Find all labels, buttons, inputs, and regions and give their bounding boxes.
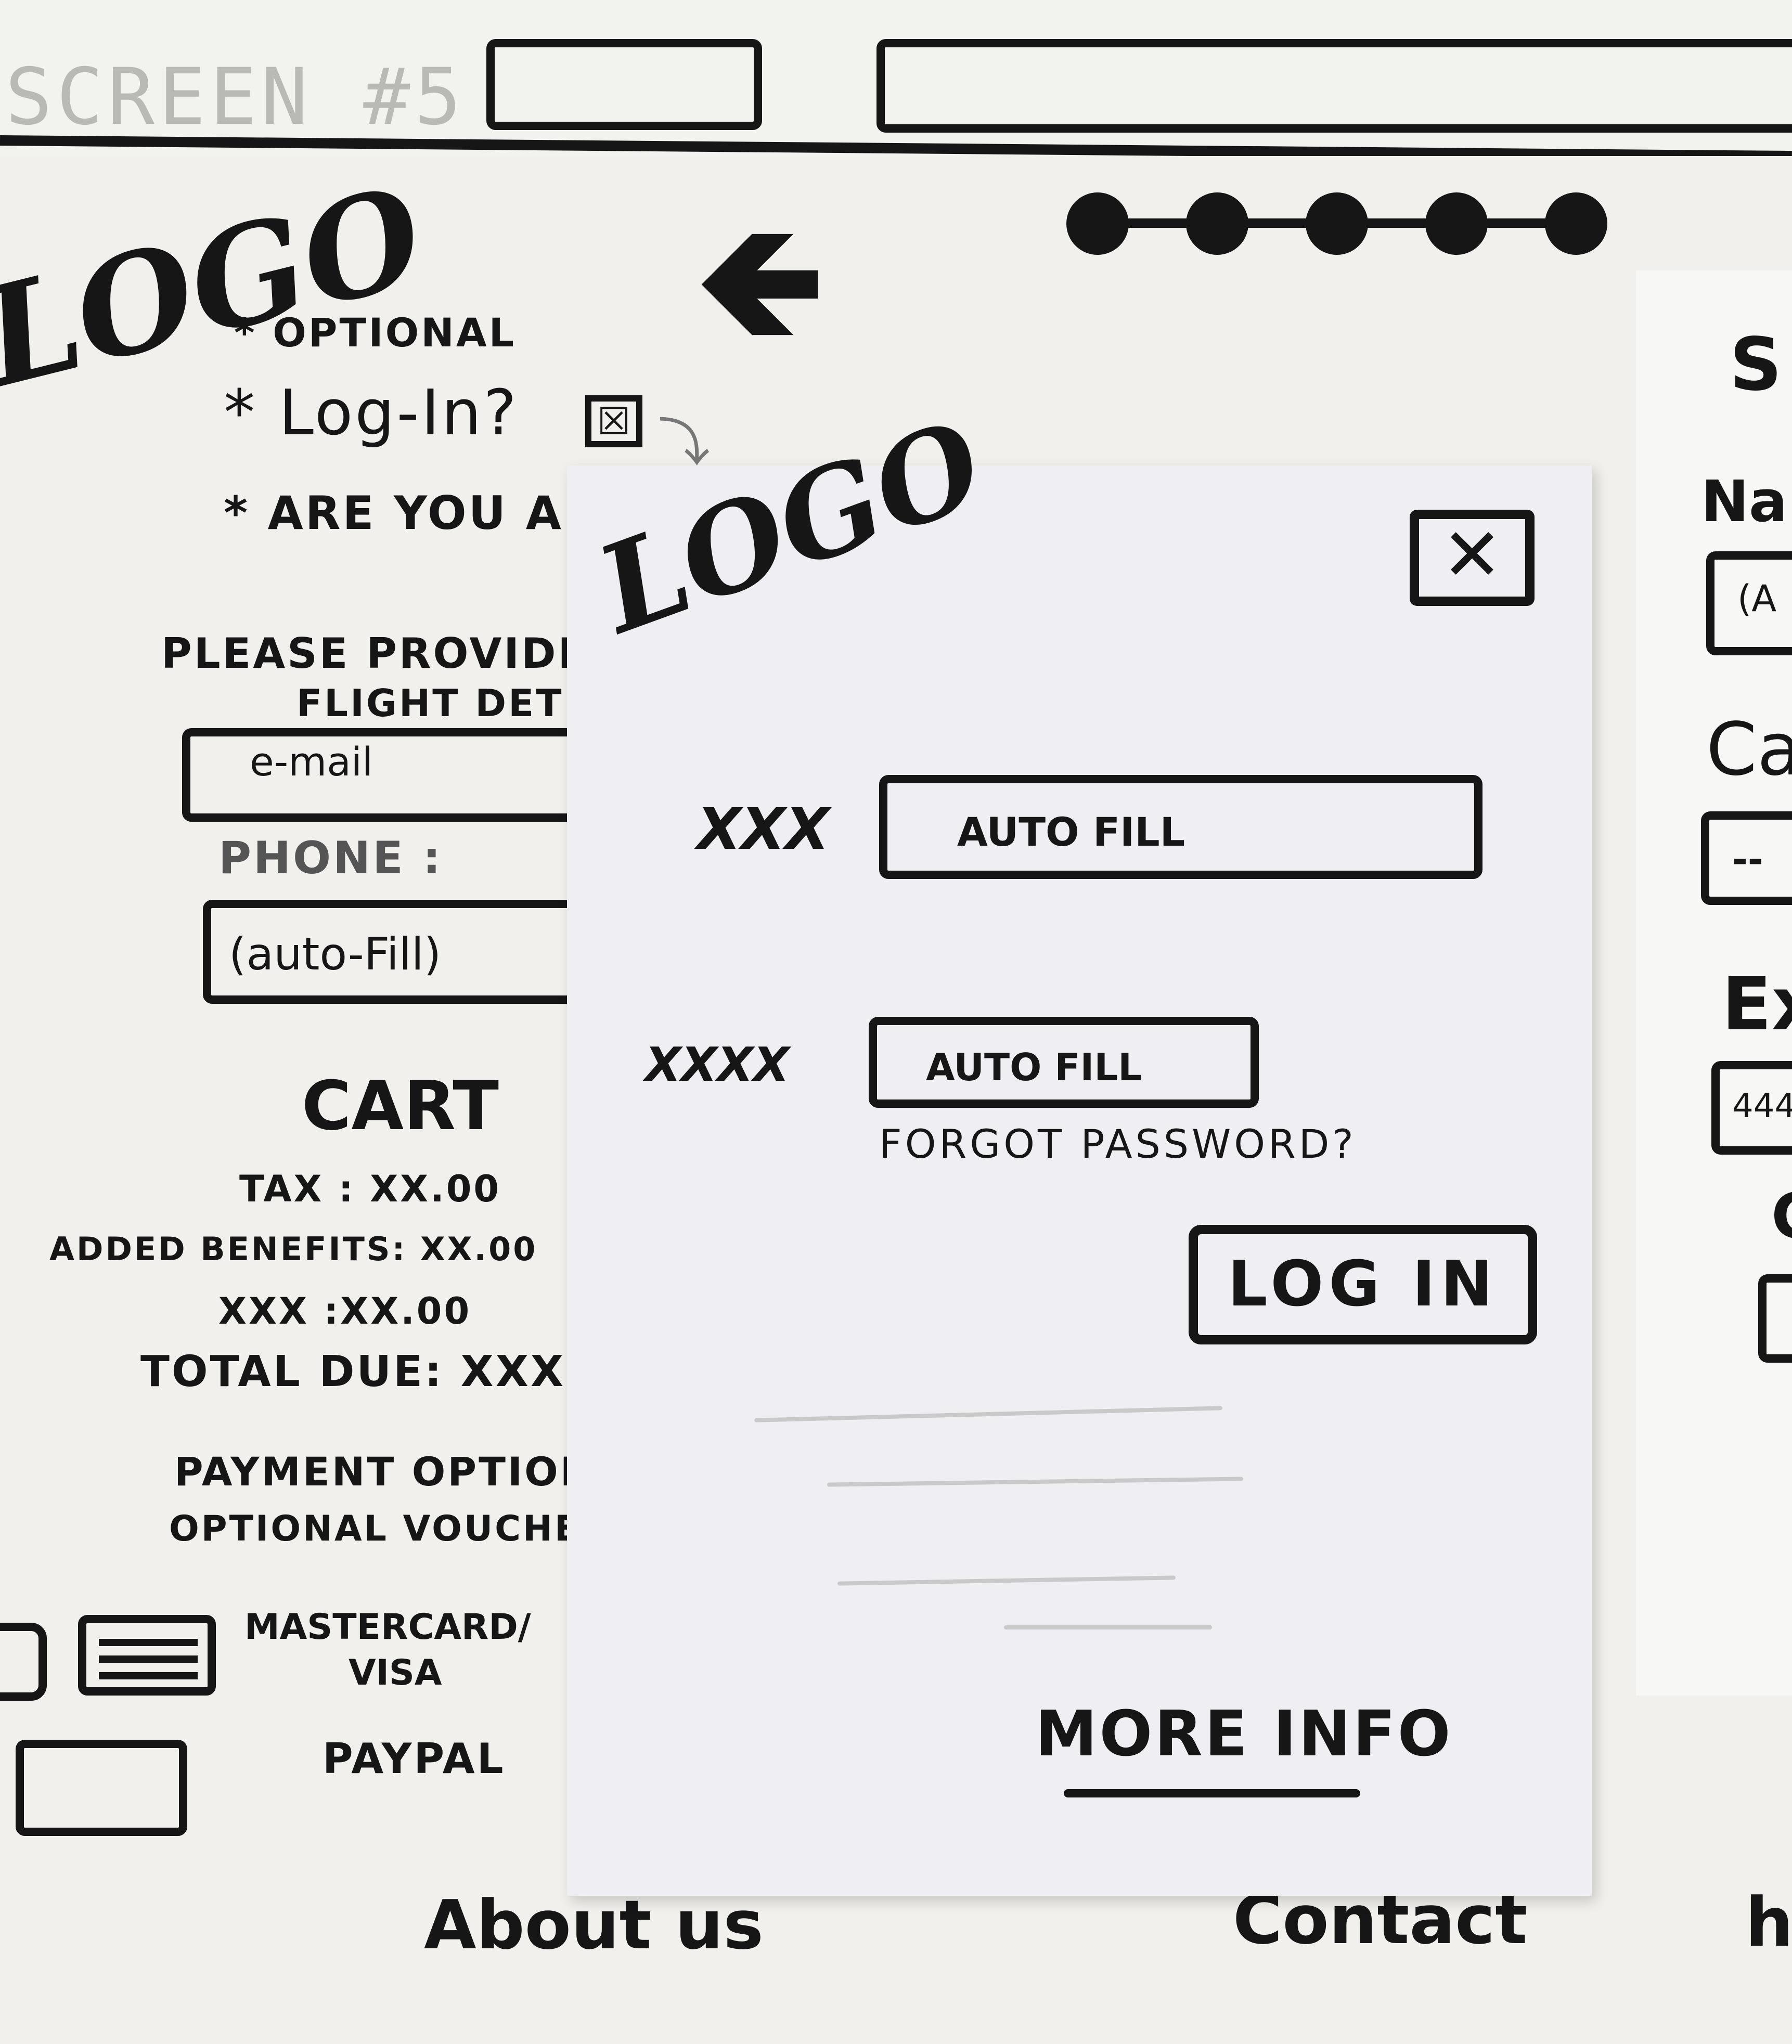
left-arrow-icon[interactable]: 🡸 — [697, 203, 824, 359]
payment-title-fragment: S — [1730, 322, 1782, 407]
pencil-line — [827, 1477, 1244, 1487]
cart-title: CART — [302, 1066, 499, 1145]
footer-help-link[interactable]: h — [1745, 1883, 1792, 1962]
footer-about-link[interactable]: About us — [424, 1885, 764, 1964]
paypal-label: PAYPAL — [323, 1735, 506, 1783]
phone-label: PHONE : — [218, 832, 443, 884]
paypal-option-box[interactable] — [16, 1740, 187, 1836]
close-icon[interactable]: ✕ — [1410, 510, 1535, 606]
card-value-fragment: -- — [1732, 837, 1763, 881]
more-info-link[interactable]: MORE INFO — [1035, 1698, 1453, 1770]
progress-step-2 — [1186, 192, 1248, 255]
cart-tax: TAX : XX.00 — [239, 1168, 501, 1210]
progress-steps — [1066, 182, 1607, 265]
visa-label: VISA — [349, 1652, 442, 1693]
guest-prompt: * ARE YOU A — [224, 486, 563, 540]
cart-added-benefits: ADDED BENEFITS: XX.00 — [49, 1230, 538, 1268]
screen-label: SCREEN #5 — [5, 52, 466, 143]
arrow-down-right-icon: ⤵ — [658, 412, 710, 473]
password-value: AUTO FILL — [926, 1045, 1142, 1089]
phone-value: (auto-Fill) — [229, 928, 442, 980]
header-box-small[interactable] — [486, 39, 762, 130]
pencil-line — [1004, 1625, 1212, 1629]
payment-options-heading: PAYMENT OPTIONS — [174, 1448, 626, 1495]
progress-step-5 — [1545, 192, 1607, 255]
progress-step-3 — [1306, 192, 1368, 255]
username-value: AUTO FILL — [957, 809, 1185, 855]
pencil-line — [837, 1575, 1176, 1586]
password-label: XXXX — [645, 1038, 790, 1092]
card-stripe — [99, 1655, 198, 1663]
credit-card-icon[interactable] — [78, 1615, 216, 1696]
login-modal — [567, 465, 1592, 1896]
login-checkbox[interactable]: ☒ — [585, 395, 642, 447]
card-stripe — [99, 1639, 198, 1646]
forgot-password-link[interactable]: FORGOT PASSWORD? — [879, 1121, 1357, 1167]
name-label-fragment: Na — [1701, 468, 1788, 535]
email-placeholder: e-mail — [250, 739, 373, 785]
login-button[interactable]: LOG IN — [1189, 1225, 1537, 1344]
pencil-line — [754, 1406, 1222, 1422]
expiry-value-fragment: 444 — [1732, 1087, 1792, 1126]
radio-button-icon[interactable] — [0, 1623, 47, 1701]
cart-other: XXX :XX.00 — [218, 1290, 472, 1333]
cvc-field[interactable] — [1758, 1274, 1792, 1363]
header-box-wide[interactable] — [876, 39, 1792, 133]
optional-note: * OPTIONAL — [234, 309, 517, 356]
mastercard-label: MASTERCARD/ — [244, 1607, 531, 1648]
optional-voucher[interactable]: OPTIONAL VOUCHER — [169, 1508, 610, 1549]
email-field[interactable] — [182, 728, 588, 822]
card-stripe — [99, 1672, 198, 1679]
cvc-label-fragment: C — [1771, 1181, 1792, 1253]
cart-total-due: TOTAL DUE: XXX. — [140, 1347, 584, 1396]
mastercard-visa-label: MASTERCARD/ VISA — [244, 1605, 531, 1696]
expiry-label-fragment: Ex — [1722, 962, 1792, 1047]
name-value-fragment: (A — [1737, 577, 1777, 620]
card-label-fragment: Ca — [1706, 707, 1792, 792]
more-info-underline — [1064, 1789, 1360, 1797]
progress-step-4 — [1425, 192, 1488, 255]
username-label: XXX — [697, 796, 830, 862]
login-prompt: * Log-In? — [224, 377, 519, 449]
provide-instructions-2: FLIGHT DET — [296, 681, 564, 725]
progress-step-1 — [1066, 192, 1129, 255]
